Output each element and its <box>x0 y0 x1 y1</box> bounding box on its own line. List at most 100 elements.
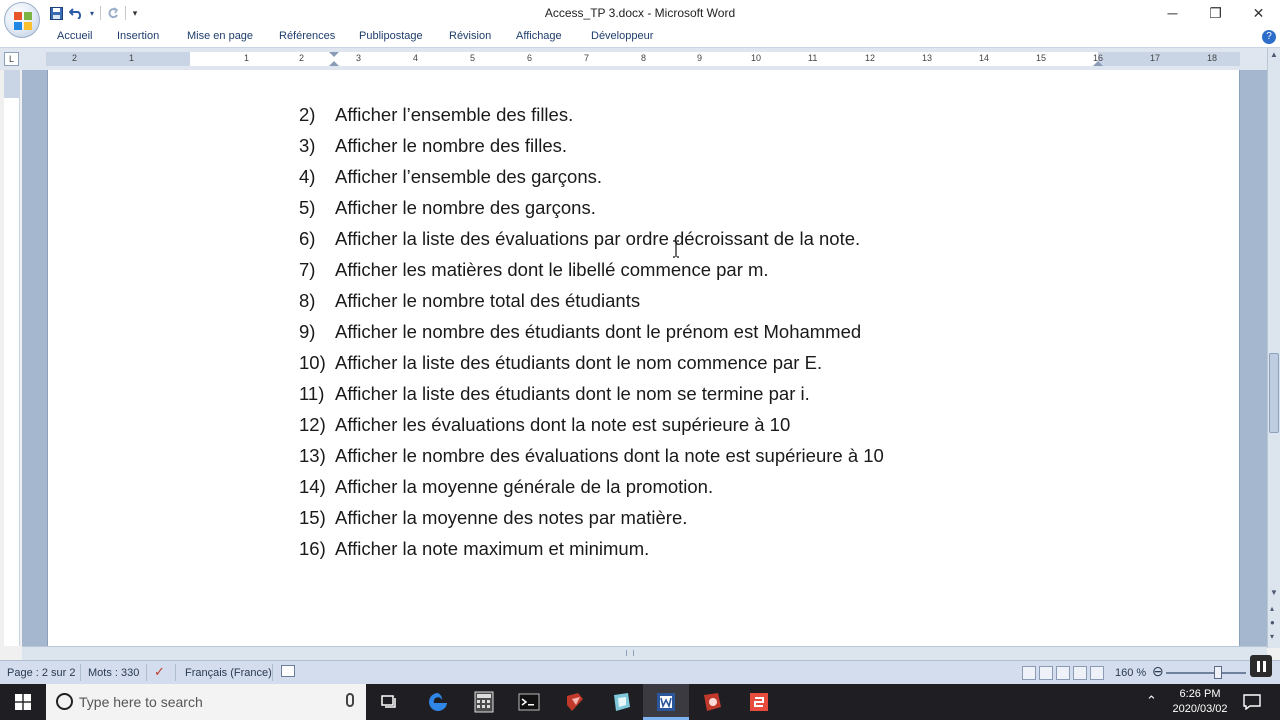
office-button[interactable] <box>4 2 40 38</box>
outline-view-icon[interactable] <box>1073 666 1087 680</box>
list-number: 5) <box>299 197 316 218</box>
clock-time: 6:26 PM <box>1179 688 1221 700</box>
window-controls: ─ ❐ ✕ <box>1151 0 1280 26</box>
tab-insertion[interactable]: Insertion <box>117 30 159 42</box>
tab-references[interactable]: Références <box>279 30 335 42</box>
tab-publipostage[interactable]: Publipostage <box>359 30 423 42</box>
help-icon[interactable]: ? <box>1262 30 1276 44</box>
proofing-icon[interactable]: ✓ <box>154 664 165 680</box>
word-app-icon[interactable] <box>652 688 680 716</box>
tab-accueil[interactable]: Accueil <box>57 30 92 42</box>
macro-record-icon[interactable] <box>281 665 295 677</box>
list-text: Afficher les matières dont le libellé co… <box>335 259 769 280</box>
right-indent-marker[interactable] <box>1093 61 1103 66</box>
search-placeholder: Type here to search <box>79 694 203 710</box>
snagit-app-icon[interactable] <box>745 688 773 716</box>
task-view-icon[interactable] <box>376 688 404 716</box>
ruler-number: 4 <box>413 53 419 63</box>
list-text: Afficher la note maximum et minimum. <box>335 538 650 559</box>
first-line-indent-marker[interactable] <box>329 52 339 57</box>
vertical-ruler[interactable] <box>4 70 20 646</box>
hanging-indent-marker[interactable] <box>329 61 339 66</box>
horizontal-ruler[interactable]: 2 1 1 2 3 4 5 6 7 8 9 10 11 12 13 14 15 … <box>46 52 1240 66</box>
document-page[interactable]: 2) Afficher l’ensemble des filles. 3) Affi… <box>47 70 1240 646</box>
list-text: Afficher l’ensemble des filles. <box>335 104 574 125</box>
scroll-down-icon[interactable]: ▼ <box>1270 588 1278 597</box>
pause-icon[interactable] <box>1250 655 1272 677</box>
close-button[interactable]: ✕ <box>1237 0 1280 26</box>
document-area[interactable]: 2) Afficher l’ensemble des filles. 3) Affi… <box>22 70 1267 646</box>
horizontal-scrollbar[interactable] <box>22 646 1267 660</box>
ruler-number: 9 <box>697 53 703 63</box>
ruler-number: 7 <box>584 53 590 63</box>
tab-mise-en-page[interactable]: Mise en page <box>187 30 253 42</box>
calculator-icon[interactable] <box>470 688 498 716</box>
web-layout-icon[interactable] <box>1056 666 1070 680</box>
language-indicator[interactable]: Français (France) <box>185 667 272 679</box>
previous-page-icon[interactable]: ▴ <box>1270 604 1274 613</box>
terminal-icon[interactable] <box>515 688 543 716</box>
powerpoint-app-icon[interactable] <box>698 688 726 716</box>
minimize-button[interactable]: ─ <box>1151 0 1194 26</box>
word-count[interactable]: Mots : 330 <box>88 667 139 679</box>
window-title: Access_TP 3.docx - Microsoft Word <box>544 6 736 20</box>
list-number: 2) <box>299 104 316 125</box>
cortana-icon <box>56 693 73 710</box>
list-number: 13) <box>299 445 326 466</box>
tab-selector[interactable]: L <box>4 52 19 66</box>
status-separator <box>272 664 273 681</box>
list-number: 15) <box>299 507 326 528</box>
ruler-number: 18 <box>1207 53 1218 63</box>
tab-affichage[interactable]: Affichage <box>516 30 562 42</box>
browse-object-icon[interactable]: ● <box>1270 618 1275 627</box>
vertical-scrollbar[interactable]: ▲ ▼ ▴ ● ▾ <box>1267 48 1280 648</box>
status-separator <box>80 664 81 681</box>
ibeam-cursor-icon <box>673 240 679 258</box>
scroll-up-icon[interactable]: ▲ <box>1270 50 1278 59</box>
ruler-number: 3 <box>356 53 362 63</box>
access-app-icon[interactable] <box>561 688 589 716</box>
list-text: Afficher le nombre des évaluations dont … <box>335 445 884 466</box>
list-text: Afficher les évaluations dont la note es… <box>335 414 791 435</box>
draft-view-icon[interactable] <box>1090 666 1104 680</box>
list-text: Afficher la liste des évaluations par or… <box>335 228 861 249</box>
zoom-slider-thumb[interactable] <box>1214 666 1222 679</box>
ruler-number: 12 <box>865 53 876 63</box>
publisher-app-icon[interactable] <box>607 688 635 716</box>
start-button[interactable] <box>0 684 46 720</box>
full-screen-reading-icon[interactable] <box>1039 666 1053 680</box>
zoom-level[interactable]: 160 % <box>1115 667 1146 679</box>
next-page-icon[interactable]: ▾ <box>1270 632 1274 641</box>
restore-button[interactable]: ❐ <box>1194 0 1237 26</box>
list-text: Afficher la liste des étudiants dont le … <box>335 352 823 373</box>
list-number: 6) <box>299 228 316 249</box>
office-logo-icon <box>14 12 32 30</box>
tab-developpeur[interactable]: Développeur <box>591 30 653 42</box>
system-clock[interactable]: 6:26 PM 2020/03/02 <box>1168 687 1232 717</box>
scrollbar-grip[interactable] <box>626 650 634 656</box>
ruler-number: 11 <box>808 53 818 63</box>
scrollbar-thumb[interactable] <box>1269 353 1279 433</box>
ruler-number: 14 <box>979 53 990 63</box>
zoom-out-icon[interactable]: ⊖ <box>1152 663 1164 680</box>
list-text: Afficher le nombre des étudiants dont le… <box>335 321 862 342</box>
list-text: Afficher le nombre des filles. <box>335 135 568 156</box>
show-hidden-icons-icon[interactable]: ⌃ <box>1146 693 1157 720</box>
tab-revision[interactable]: Révision <box>449 30 491 42</box>
ruler-number: 2 <box>299 53 305 63</box>
page-count[interactable]: Page : 2 sur 2 <box>7 667 76 679</box>
title-bar: ▾ ▾ Access_TP 3.docx - Microsoft Word ─ … <box>0 0 1280 26</box>
microphone-icon[interactable] <box>346 693 354 707</box>
list-number: 7) <box>299 259 316 280</box>
list-text: Afficher le nombre total des étudiants <box>335 290 641 311</box>
list-number: 8) <box>299 290 316 311</box>
taskbar-search-box[interactable]: Type here to search <box>46 684 366 720</box>
status-bar: Page : 2 sur 2 Mots : 330 ✓ Français (Fr… <box>0 660 1280 684</box>
ruler-area: L 2 1 1 2 3 4 5 6 7 8 9 10 11 12 13 14 1… <box>0 48 1280 70</box>
zoom-slider[interactable] <box>1166 672 1246 674</box>
windows-logo-icon <box>15 694 31 710</box>
print-layout-view-icon[interactable] <box>1022 666 1036 680</box>
edge-browser-icon[interactable] <box>424 688 452 716</box>
list-text: Afficher le nombre des garçons. <box>335 197 596 218</box>
action-center-icon[interactable] <box>1240 690 1264 714</box>
